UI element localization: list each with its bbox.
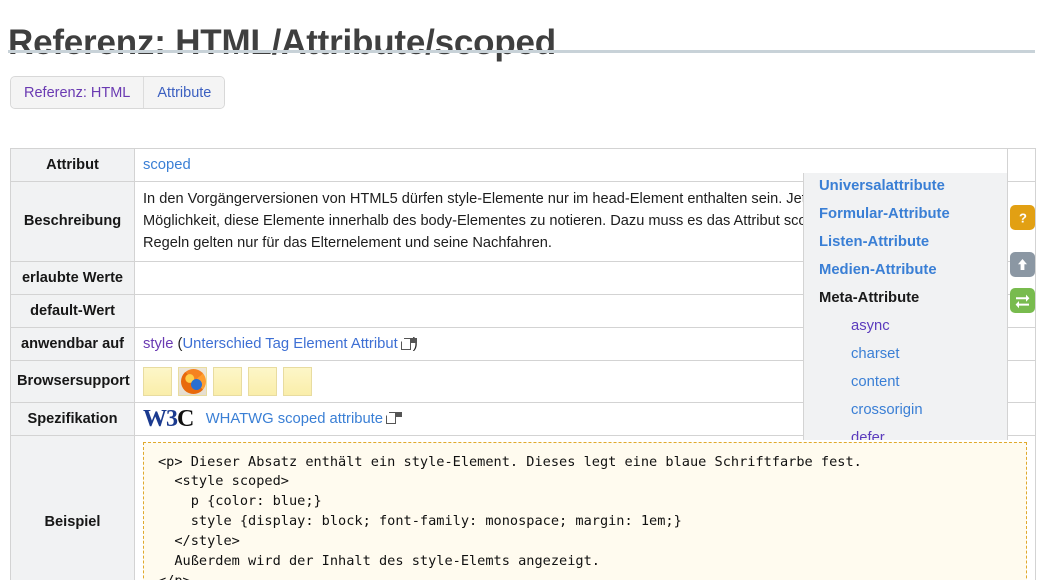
row-label-browsersupport: Browsersupport: [10, 359, 135, 403]
row-spacer-spezifikation: [1007, 401, 1036, 436]
example-code-block: <p> Dieser Absatz enthält ein style-Elem…: [143, 441, 1027, 580]
nav-item-async[interactable]: async: [804, 313, 1007, 341]
svg-text:?: ?: [1019, 210, 1027, 225]
page-root: Referenz: HTML/Attribute/scoped Referenz…: [0, 0, 1043, 580]
row-spacer-attribut: [1007, 148, 1036, 182]
external-link-icon: [386, 412, 397, 425]
row-spacer-anwendbar-auf: [1007, 326, 1036, 361]
row-label-attribut: Attribut: [10, 148, 135, 182]
row-label-spezifikation: Spezifikation: [10, 401, 135, 436]
external-link-icon: [400, 337, 412, 350]
row-label-default-wert: default-Wert: [10, 293, 135, 328]
swap-arrows-icon: [1015, 294, 1030, 309]
nav-item-defer[interactable]: defer: [804, 425, 1007, 440]
table-row-beispiel: Beispiel <p> Dieser Absatz enthält ein s…: [10, 434, 1036, 580]
breadcrumb-item-attribute[interactable]: Attribute: [143, 77, 225, 108]
nav-item-medien-attribute[interactable]: Medien-Attribute: [804, 257, 1007, 285]
help-button[interactable]: ?: [1010, 205, 1035, 230]
nav-item-formular-attribute[interactable]: Formular-Attribute: [804, 201, 1007, 229]
attribut-name-link[interactable]: scoped: [143, 157, 191, 173]
question-mark-icon: ?: [1019, 210, 1027, 225]
nav-item-listen-attribute[interactable]: Listen-Attribute: [804, 229, 1007, 257]
breadcrumb: Referenz: HTML Attribute: [10, 76, 226, 109]
toggle-view-button[interactable]: [1010, 288, 1035, 313]
row-label-anwendbar-auf: anwendbar auf: [10, 326, 135, 361]
nav-item-charset[interactable]: charset: [804, 341, 1007, 369]
whatwg-spec-link[interactable]: WHATWG scoped attribute: [206, 410, 383, 426]
arrow-up-icon: [1018, 259, 1027, 270]
scroll-to-top-button[interactable]: [1010, 252, 1035, 277]
w3c-logo-icon: W3C: [143, 405, 194, 432]
row-spacer-browsersupport: [1007, 359, 1036, 403]
row-label-erlaubte-werte: erlaubte Werte: [10, 260, 135, 295]
row-label-beispiel: Beispiel: [10, 434, 135, 580]
nav-item-crossorigin[interactable]: crossorigin: [804, 397, 1007, 425]
row-label-beschreibung: Beschreibung: [10, 181, 135, 262]
unterschied-tag-element-attribut-link[interactable]: Unterschied Tag Element Attribut: [182, 336, 397, 352]
close-paren: ): [412, 335, 418, 352]
browser-support-box-unknown-3[interactable]: [248, 366, 277, 396]
page-title: Referenz: HTML/Attribute/scoped: [8, 23, 556, 63]
title-divider: [8, 50, 1035, 53]
row-value-beispiel: <p> Dieser Absatz enthält ein style-Elem…: [134, 434, 1036, 580]
firefox-icon: [181, 368, 206, 394]
browser-support-box-firefox[interactable]: [178, 366, 207, 396]
nav-item-content[interactable]: content: [804, 369, 1007, 397]
attribute-navigation-overlay: Universalattribute Formular-Attribute Li…: [803, 173, 1008, 440]
nav-item-meta-attribute[interactable]: Meta-Attribute: [804, 285, 1007, 313]
browser-support-box-unknown-2[interactable]: [213, 366, 242, 396]
browser-support-box-unknown-4[interactable]: [283, 366, 312, 396]
breadcrumb-item-referenz-html[interactable]: Referenz: HTML: [11, 77, 144, 108]
nav-item-universalattribute[interactable]: Universalattribute: [804, 173, 1007, 201]
browser-support-box-unknown-1[interactable]: [143, 366, 172, 396]
style-element-link[interactable]: style: [143, 336, 173, 352]
